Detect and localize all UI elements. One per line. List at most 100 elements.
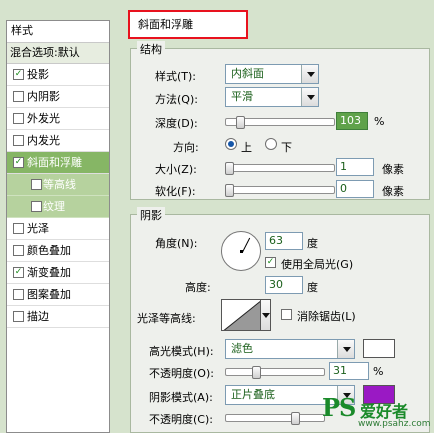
chevron-down-icon[interactable] — [337, 340, 354, 358]
styles-header: 样式 — [7, 21, 109, 43]
sidebar-item-stroke[interactable]: 描边 — [7, 306, 109, 328]
sidebar-item-bevel-emboss[interactable]: ✓ 斜面和浮雕 — [7, 152, 109, 174]
angle-center-dot — [240, 250, 243, 253]
site-watermark: PS 爱好者 www.psahz.com — [322, 393, 434, 433]
soften-label: 软化(F): — [155, 185, 196, 198]
blend-options-item[interactable]: 混合选项:默认 — [7, 43, 109, 64]
highlight-mode-select[interactable]: 滤色 — [225, 339, 355, 359]
gradient-overlay-checkbox[interactable]: ✓ — [13, 267, 24, 278]
sidebar-item-color-overlay[interactable]: 颜色叠加 — [7, 240, 109, 262]
direction-down-label: 下 — [281, 141, 292, 154]
sidebar-item-label: 内阴影 — [27, 90, 60, 103]
depth-unit: % — [374, 115, 385, 128]
sidebar-item-label: 外发光 — [27, 112, 60, 125]
sidebar-item-label: 图案叠加 — [27, 288, 71, 301]
watermark-url: www.psahz.com — [358, 419, 431, 429]
inner-shadow-checkbox[interactable] — [13, 91, 24, 102]
angle-label: 角度(N): — [155, 237, 198, 250]
shadow-opacity-slider[interactable] — [225, 412, 325, 425]
antialias-checkbox[interactable] — [281, 309, 292, 320]
sidebar-item-gradient-overlay[interactable]: ✓ 渐变叠加 — [7, 262, 109, 284]
sidebar-item-pattern-overlay[interactable]: 图案叠加 — [7, 284, 109, 306]
depth-slider[interactable] — [225, 116, 335, 129]
technique-label: 方法(Q): — [155, 93, 198, 106]
sidebar-item-inner-shadow[interactable]: 内阴影 — [7, 86, 109, 108]
styles-list: 样式 混合选项:默认 ✓ 投影 内阴影 外发光 内发光 ✓ 斜面和浮雕 等高线 … — [6, 20, 110, 433]
drop-shadow-checkbox[interactable]: ✓ — [13, 69, 24, 80]
bevel-emboss-checkbox[interactable]: ✓ — [13, 157, 24, 168]
altitude-input[interactable]: 30 — [265, 276, 303, 294]
angle-dial[interactable] — [221, 231, 261, 271]
shadow-mode-label: 阴影模式(A): — [149, 391, 213, 404]
global-light-checkbox[interactable]: ✓ — [265, 257, 276, 268]
highlight-opacity-unit: % — [373, 365, 384, 378]
size-label: 大小(Z): — [155, 163, 197, 176]
angle-input[interactable]: 63 — [265, 232, 303, 250]
contour-curve-icon — [223, 300, 260, 330]
highlight-opacity-input[interactable]: 31 — [329, 362, 369, 380]
sidebar-item-label: 斜面和浮雕 — [27, 156, 82, 169]
size-input[interactable]: 1 — [336, 158, 374, 176]
technique-select-value: 平滑 — [231, 90, 253, 103]
size-slider-thumb[interactable] — [225, 162, 235, 175]
highlight-opacity-label: 不透明度(O): — [149, 367, 214, 380]
sidebar-item-texture[interactable]: 纹理 — [7, 196, 109, 218]
style-select[interactable]: 内斜面 — [225, 64, 319, 84]
size-slider[interactable] — [225, 162, 335, 175]
depth-slider-thumb[interactable] — [236, 116, 246, 129]
contour-checkbox[interactable] — [31, 179, 42, 190]
structure-group: 结构 样式(T): 内斜面 方法(Q): 平滑 深度(D): 103 % 方向:… — [130, 41, 430, 200]
technique-select[interactable]: 平滑 — [225, 87, 319, 107]
sidebar-item-label: 等高线 — [43, 178, 76, 191]
chevron-down-icon[interactable] — [301, 88, 318, 106]
color-overlay-checkbox[interactable] — [13, 245, 24, 256]
panel-title: 斜面和浮雕 — [138, 18, 193, 31]
style-select-value: 内斜面 — [231, 67, 264, 80]
highlight-mode-label: 高光模式(H): — [149, 345, 214, 358]
gloss-contour-label: 光泽等高线: — [137, 312, 196, 325]
shadow-mode-value: 正片叠底 — [231, 388, 275, 401]
sidebar-item-contour[interactable]: 等高线 — [7, 174, 109, 196]
highlight-opacity-thumb[interactable] — [252, 366, 262, 379]
chevron-down-icon[interactable] — [301, 65, 318, 83]
size-unit: 像素 — [382, 163, 404, 176]
soften-slider[interactable] — [225, 184, 335, 197]
outer-glow-checkbox[interactable] — [13, 113, 24, 124]
sidebar-item-label: 纹理 — [43, 200, 65, 213]
gloss-contour-preview[interactable] — [221, 299, 261, 331]
soften-unit: 像素 — [382, 185, 404, 198]
sidebar-item-label: 内发光 — [27, 134, 60, 147]
sidebar-item-inner-glow[interactable]: 内发光 — [7, 130, 109, 152]
altitude-label: 高度: — [185, 281, 211, 294]
pattern-overlay-checkbox[interactable] — [13, 289, 24, 300]
gloss-contour-dropdown[interactable] — [261, 299, 271, 331]
highlight-color-swatch[interactable] — [363, 339, 395, 358]
style-label: 样式(T): — [155, 70, 197, 83]
watermark-logo: PS — [322, 393, 356, 422]
angle-indicator — [242, 237, 251, 253]
sidebar-item-satin[interactable]: 光泽 — [7, 218, 109, 240]
shadow-opacity-label: 不透明度(C): — [149, 413, 213, 426]
inner-glow-checkbox[interactable] — [13, 135, 24, 146]
shadow-opacity-thumb[interactable] — [290, 412, 300, 425]
sidebar-item-label: 渐变叠加 — [27, 266, 71, 279]
satin-checkbox[interactable] — [13, 223, 24, 234]
depth-input[interactable]: 103 — [336, 112, 368, 130]
sidebar-item-drop-shadow[interactable]: ✓ 投影 — [7, 64, 109, 86]
sidebar-item-label: 光泽 — [27, 222, 49, 235]
direction-up-radio[interactable] — [225, 138, 237, 150]
sidebar-item-outer-glow[interactable]: 外发光 — [7, 108, 109, 130]
soften-input[interactable]: 0 — [336, 180, 374, 198]
angle-unit: 度 — [307, 237, 318, 250]
highlight-mode-value: 滤色 — [231, 342, 253, 355]
soften-slider-thumb[interactable] — [225, 184, 235, 197]
sidebar-item-label: 描边 — [27, 310, 49, 323]
direction-up-label: 上 — [241, 141, 252, 154]
highlight-opacity-slider[interactable] — [225, 366, 325, 379]
direction-label: 方向: — [173, 141, 199, 154]
bevel-emboss-panel: 斜面和浮雕 结构 样式(T): 内斜面 方法(Q): 平滑 深度(D): 103… — [120, 6, 434, 433]
altitude-unit: 度 — [307, 281, 318, 294]
direction-down-radio[interactable] — [265, 138, 277, 150]
texture-checkbox[interactable] — [31, 201, 42, 212]
stroke-checkbox[interactable] — [13, 311, 24, 322]
